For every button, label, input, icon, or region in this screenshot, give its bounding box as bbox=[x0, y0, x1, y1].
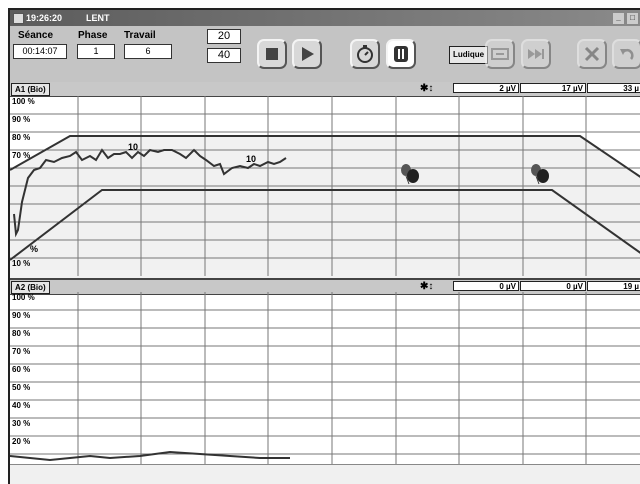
channel-label[interactable]: A1 (Bio) bbox=[11, 83, 50, 96]
title-bar: 19:26:20 LENT _ □ bbox=[10, 10, 640, 26]
curve-label-1: 10 bbox=[128, 142, 138, 152]
next-button[interactable] bbox=[521, 39, 551, 69]
low-marker-label: % bbox=[30, 244, 38, 254]
speed-mode: LENT bbox=[86, 13, 110, 23]
tick-label: 50 % bbox=[12, 383, 31, 392]
tick-label: 70 % bbox=[12, 151, 31, 160]
tick-label: 100 % bbox=[12, 97, 35, 106]
tick-label: 80 % bbox=[12, 133, 31, 142]
target-corridor bbox=[10, 136, 640, 278]
ludique-button[interactable]: Ludique bbox=[449, 46, 489, 64]
undo-icon bbox=[620, 48, 634, 60]
tick-label: 80 % bbox=[12, 329, 31, 338]
play-triangle-icon bbox=[302, 47, 314, 61]
tick-label: 90 % bbox=[12, 115, 31, 124]
stop-square-icon bbox=[266, 48, 278, 60]
channel-a1-panel: A1 (Bio) ✱↕ 2 µV 17 µV 33 µ 10 10 % 100 … bbox=[10, 82, 640, 278]
phase-label: Phase bbox=[78, 30, 108, 41]
seance-label: Séance bbox=[18, 30, 54, 41]
bottom-scrollbar[interactable] bbox=[10, 464, 640, 484]
readout-2: 0 µV bbox=[520, 281, 586, 291]
app-icon bbox=[13, 13, 24, 24]
pause-button[interactable] bbox=[386, 39, 416, 69]
tick-label: 70 % bbox=[12, 347, 31, 356]
lower-threshold-field[interactable]: 40 bbox=[207, 48, 241, 63]
tick-label: 90 % bbox=[12, 311, 31, 320]
signal-chart bbox=[10, 292, 640, 464]
seance-time-field: 00:14:07 bbox=[13, 44, 67, 59]
skip-button[interactable] bbox=[485, 39, 515, 69]
play-button[interactable] bbox=[292, 39, 322, 69]
clock-time: 19:26:20 bbox=[26, 13, 63, 23]
stop-button[interactable] bbox=[257, 39, 287, 69]
tick-label: 60 % bbox=[12, 365, 31, 374]
upper-threshold-field[interactable]: 20 bbox=[207, 29, 241, 44]
tick-label: 100 % bbox=[12, 293, 35, 302]
back-button[interactable] bbox=[612, 39, 640, 69]
curve-label-2: 10 bbox=[246, 154, 256, 164]
session-toolbar: Séance Phase Travail 00:14:07 1 6 20 40 … bbox=[10, 26, 640, 84]
readout-2: 17 µV bbox=[520, 83, 586, 93]
channel-a2-panel: A2 (Bio) ✱↕ 0 µV 0 µV 19 µ 100 % 90 % 80… bbox=[10, 278, 640, 464]
tick-label: 30 % bbox=[12, 419, 31, 428]
x-cancel-icon bbox=[584, 46, 600, 62]
skip-arrows-icon bbox=[491, 48, 509, 60]
timer-button[interactable] bbox=[350, 39, 380, 69]
phase-field: 1 bbox=[77, 44, 115, 59]
tick-label: 10 % bbox=[12, 259, 31, 268]
tick-label: 40 % bbox=[12, 401, 31, 410]
readout-1: 0 µV bbox=[453, 281, 519, 291]
readout-3: 19 µ bbox=[587, 281, 640, 291]
cancel-button[interactable] bbox=[577, 39, 607, 69]
readout-1: 2 µV bbox=[453, 83, 519, 93]
scale-arrows-icon[interactable]: ✱↕ bbox=[420, 82, 433, 95]
panel-header: A1 (Bio) ✱↕ 2 µV 17 µV 33 µ bbox=[10, 82, 640, 97]
minimize-button[interactable]: _ bbox=[612, 12, 625, 25]
pause-icon bbox=[394, 46, 408, 62]
stopwatch-icon bbox=[357, 45, 373, 63]
signal-chart: 10 10 % bbox=[10, 96, 640, 278]
biofeedback-window: 19:26:20 LENT _ □ Séance Phase Travail 0… bbox=[8, 8, 640, 484]
restore-button[interactable]: □ bbox=[626, 12, 639, 25]
travail-field: 6 bbox=[124, 44, 172, 59]
tick-label: 20 % bbox=[12, 437, 31, 446]
readout-3: 33 µ bbox=[587, 83, 640, 93]
fast-forward-icon bbox=[528, 49, 544, 59]
travail-label: Travail bbox=[124, 30, 156, 41]
signal-curve bbox=[10, 450, 290, 462]
